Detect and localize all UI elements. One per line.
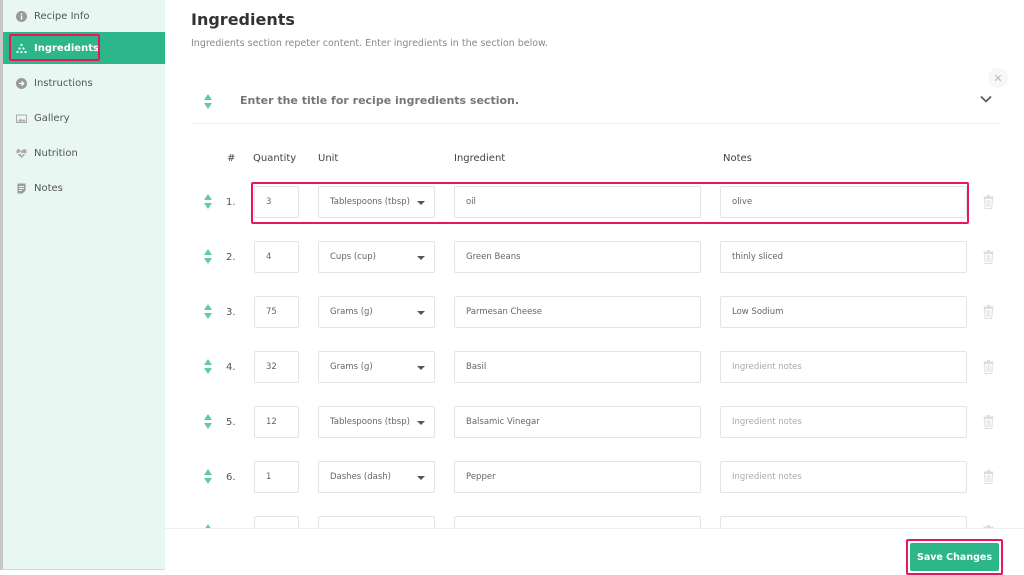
unit-select[interactable]: Grams (g) [318, 296, 435, 328]
drag-handle-icon[interactable] [204, 249, 213, 265]
ingredient-input[interactable]: Pepper [454, 461, 701, 493]
caret-down-icon [417, 311, 425, 315]
highlight-box: Save Changes [906, 539, 1003, 575]
notes-input[interactable]: Ingredient notes [720, 406, 967, 438]
quantity-input[interactable]: 4 [254, 241, 299, 273]
sidebar-item-instructions[interactable]: Instructions [3, 67, 165, 99]
footer-bar [165, 528, 1024, 575]
ingredient-input[interactable]: Balsamic Vinegar [454, 406, 701, 438]
trash-icon[interactable] [983, 470, 994, 484]
row-number: 5. [226, 417, 236, 428]
notes-input[interactable]: thinly sliced [720, 241, 967, 273]
ingredient-input[interactable]: oil [454, 186, 701, 218]
unit-select-value: Tablespoons (tbsp) [330, 197, 410, 207]
row-number: 1. [226, 197, 236, 208]
table-row: 6. 1 Dashes (dash) Pepper Ingredient notes [0, 461, 1024, 495]
row-number: 6. [226, 472, 236, 483]
quantity-input[interactable]: 32 [254, 351, 299, 383]
unit-select[interactable]: Cups (cup) [318, 241, 435, 273]
unit-select[interactable]: Tablespoons (tbsp) [318, 406, 435, 438]
drag-handle-icon[interactable] [204, 359, 213, 375]
sidebar-item-label: Recipe Info [34, 10, 90, 22]
unit-select-value: Grams (g) [330, 362, 373, 372]
caret-down-icon [417, 421, 425, 425]
info-icon [16, 10, 27, 22]
image-icon [16, 113, 27, 124]
unit-select[interactable]: Dashes (dash) [318, 461, 435, 493]
quantity-input[interactable]: 3 [254, 186, 299, 218]
unit-select-value: Dashes (dash) [330, 472, 391, 482]
drag-handle-icon[interactable] [204, 469, 213, 485]
table-row: 1. 3 Tablespoons (tbsp) oil olive [0, 186, 1024, 220]
arrow-circle-icon [16, 77, 27, 89]
unit-select-value: Grams (g) [330, 307, 373, 317]
notes-input[interactable]: Ingredient notes [720, 461, 967, 493]
quantity-input[interactable]: 1 [254, 461, 299, 493]
page-subtitle: Ingredients section repeter content. Ent… [191, 38, 548, 49]
row-number: 3. [226, 307, 236, 318]
caret-down-icon [417, 366, 425, 370]
unit-select-value: Cups (cup) [330, 252, 376, 262]
caret-down-icon [417, 476, 425, 480]
caret-down-icon [417, 201, 425, 205]
section-title-input[interactable]: Enter the title for recipe ingredients s… [240, 94, 519, 107]
unit-select[interactable]: Grams (g) [318, 351, 435, 383]
quantity-input[interactable]: 75 [254, 296, 299, 328]
column-header-ingredient: Ingredient [454, 153, 506, 164]
table-row: 2. 4 Cups (cup) Green Beans thinly sliced [0, 241, 1024, 275]
ingredient-input[interactable]: Green Beans [454, 241, 701, 273]
save-changes-button[interactable]: Save Changes [910, 543, 999, 571]
trash-icon[interactable] [983, 250, 994, 264]
caret-down-icon [417, 256, 425, 260]
page-title: Ingredients [191, 10, 295, 29]
heart-pulse-icon [16, 148, 27, 159]
notes-input[interactable]: Low Sodium [720, 296, 967, 328]
sidebar-item-nutrition[interactable]: Nutrition [3, 137, 165, 169]
trash-icon[interactable] [983, 360, 994, 374]
sidebar-item-label: Instructions [34, 77, 93, 89]
quantity-input[interactable]: 12 [254, 406, 299, 438]
ingredient-input[interactable]: Basil [454, 351, 701, 383]
chevron-down-icon[interactable] [979, 92, 993, 106]
drag-handle-icon[interactable] [204, 94, 213, 110]
drag-handle-icon[interactable] [204, 414, 213, 430]
trash-icon[interactable] [983, 415, 994, 429]
unit-select-value: Tablespoons (tbsp) [330, 417, 410, 427]
table-row: 4. 32 Grams (g) Basil Ingredient notes [0, 351, 1024, 385]
column-header-unit: Unit [318, 153, 339, 164]
sidebar-item-gallery[interactable]: Gallery [3, 102, 165, 134]
row-number: 4. [226, 362, 236, 373]
row-number: 2. [226, 252, 236, 263]
column-header-quantity: Quantity [253, 153, 297, 164]
sidebar-item-recipe-info[interactable]: Recipe Info [3, 0, 165, 32]
drag-handle-icon[interactable] [204, 304, 213, 320]
ingredient-input[interactable]: Parmesan Cheese [454, 296, 701, 328]
notes-input[interactable]: olive [720, 186, 967, 218]
sidebar-item-label: Nutrition [34, 147, 78, 159]
column-header-number: # [227, 153, 236, 164]
trash-icon[interactable] [983, 305, 994, 319]
column-header-notes: Notes [723, 153, 752, 164]
sidebar-item-label: Gallery [34, 112, 70, 124]
highlight-box [9, 34, 100, 61]
drag-handle-icon[interactable] [204, 194, 213, 210]
table-row: 3. 75 Grams (g) Parmesan Cheese Low Sodium [0, 296, 1024, 330]
sidebar-item-ingredients[interactable]: Ingredients [3, 32, 165, 64]
unit-select[interactable]: Tablespoons (tbsp) [318, 186, 435, 218]
notes-input[interactable]: Ingredient notes [720, 351, 967, 383]
table-row: 5. 12 Tablespoons (tbsp) Balsamic Vinegar In… [0, 406, 1024, 440]
trash-icon[interactable] [983, 195, 994, 209]
section-header: Enter the title for recipe ingredients s… [191, 80, 1001, 124]
